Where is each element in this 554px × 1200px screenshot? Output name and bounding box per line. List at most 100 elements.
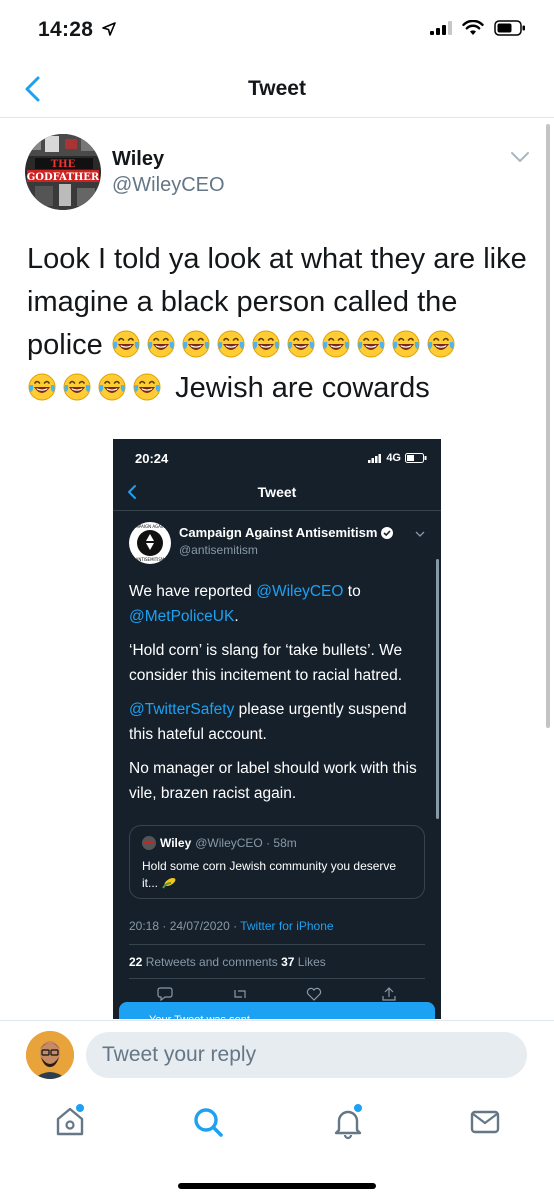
tab-notifications[interactable] (328, 1102, 368, 1142)
laughing-tears-emoji-icon (28, 373, 56, 401)
mail-icon (470, 1110, 500, 1134)
quoted-author-meta: @WileyCEO · 58m (195, 836, 297, 850)
tweet-sent-toast: Your Tweet was sent (119, 1002, 435, 1019)
godfather-avatar-image: THE GODFATHER (25, 134, 101, 210)
emoji-group-2 (27, 372, 167, 404)
laughing-tears-emoji-icon (98, 373, 126, 401)
mention-twittersafety: @TwitterSafety (129, 701, 235, 718)
laughing-tears-emoji-icon (287, 330, 315, 358)
verified-badge-icon (381, 526, 394, 539)
svg-text:GODFATHER: GODFATHER (27, 172, 100, 183)
p1-text-c: . (234, 608, 239, 625)
laughing-tears-emoji-icon (427, 330, 455, 358)
status-time: 14:28 (38, 18, 94, 41)
user-avatar[interactable] (26, 1031, 74, 1079)
chevron-down-icon[interactable] (510, 150, 530, 164)
embedded-timestamp: 20:18 · 24/07/2020 · Twitter for iPhone (129, 919, 334, 933)
quoted-tweet: Wiley @WileyCEO · 58m Hold some corn Jew… (129, 825, 425, 899)
quoted-tweet-text: Hold some corn Jewish community you dese… (142, 858, 412, 892)
embedded-scrollbar (436, 559, 439, 819)
embedded-title: Tweet (257, 484, 297, 500)
quoted-author-name: Wiley (160, 836, 192, 850)
likes-count: 37 (281, 955, 295, 969)
location-arrow-icon (102, 22, 116, 36)
mention-metpoliceuk: @MetPoliceUK (129, 608, 235, 625)
retweets-label: Retweets and comments (142, 955, 282, 969)
p1-text-b: to (343, 583, 361, 600)
account-name-text: Campaign Against Antisemitism (179, 525, 378, 540)
home-indicator (178, 1183, 376, 1189)
heart-icon (307, 987, 322, 1001)
laughing-tears-emoji-icon (112, 330, 140, 358)
tab-home[interactable] (50, 1102, 90, 1142)
chevron-down-icon (415, 531, 425, 537)
retweets-count: 22 (129, 955, 143, 969)
network-type: 4G (386, 452, 401, 464)
embedded-paragraph-3: @TwitterSafety please urgently suspend t… (129, 697, 429, 747)
bell-icon (334, 1110, 362, 1140)
reply-input[interactable] (86, 1032, 527, 1078)
tweet-text: Look I told ya look at what they are lik… (27, 238, 537, 410)
laughing-tears-emoji-icon (182, 330, 210, 358)
embedded-paragraph-1: We have reported @WileyCEO to @MetPolice… (129, 579, 429, 629)
timestamp-text: 20:18 · 24/07/2020 · (129, 919, 241, 933)
mention-wileyceo: @WileyCEO (256, 583, 344, 600)
embedded-paragraph-4: No manager or label should work with thi… (129, 760, 417, 802)
author-handle[interactable]: @WileyCEO (112, 174, 225, 197)
embedded-paragraph-2: ‘Hold corn’ is slang for ‘take bullets’.… (129, 642, 403, 684)
svg-text:ANTISEMITISM: ANTISEMITISM (136, 557, 165, 562)
tweet-text-part2: Jewish are cowards (175, 372, 430, 404)
reply-bar (0, 1020, 554, 1088)
corn-icon (162, 878, 176, 889)
embedded-engagement: 22 Retweets and comments 37 Likes (129, 955, 326, 969)
embedded-nav-bar: Tweet (113, 475, 441, 511)
status-bar: 14:28 (0, 0, 554, 60)
author-avatar[interactable]: THE GODFATHER (25, 134, 101, 210)
svg-text:THE: THE (51, 159, 76, 170)
laughing-tears-emoji-icon (147, 330, 175, 358)
divider (129, 978, 425, 979)
embedded-status-bar: 20:24 4G (113, 439, 441, 479)
embedded-actions (157, 987, 397, 1001)
quoted-avatar-icon (142, 836, 156, 850)
p1-text-a: We have reported (129, 583, 257, 600)
embedded-network: 4G (368, 452, 427, 464)
battery-icon (494, 20, 525, 36)
retweet-icon (234, 990, 246, 998)
embedded-account-handle: @antisemitism (179, 543, 258, 557)
embedded-screenshot[interactable]: 20:24 4G Tweet CAMPAIGN AGAINST ANTISEMI (113, 439, 441, 1019)
embedded-account-name: Campaign Against Antisemitism (179, 525, 394, 540)
reply-icon (157, 987, 173, 1001)
tab-search[interactable] (188, 1102, 228, 1142)
laughing-tears-emoji-icon (252, 330, 280, 358)
wifi-icon (462, 20, 484, 35)
nav-bar: Tweet (0, 60, 554, 118)
source-link: Twitter for iPhone (240, 919, 334, 933)
battery-icon (405, 453, 427, 463)
svg-text:CAMPAIGN AGAINST: CAMPAIGN AGAINST (130, 524, 171, 529)
home-notification-dot (76, 1104, 84, 1112)
cellular-signal-icon (368, 453, 382, 463)
embedded-status-time: 20:24 (135, 451, 169, 466)
page-scrollbar[interactable] (546, 124, 550, 728)
laughing-tears-emoji-icon (322, 330, 350, 358)
embedded-tweet-body: We have reported @WileyCEO to @MetPolice… (129, 579, 429, 815)
page-title: Tweet (248, 77, 306, 100)
laughing-tears-emoji-icon (217, 330, 245, 358)
caa-logo-icon: CAMPAIGN AGAINST ANTISEMITISM (129, 522, 171, 564)
laughing-tears-emoji-icon (357, 330, 385, 358)
emoji-group-1 (111, 329, 461, 361)
quoted-text: Hold some corn Jewish community you dese… (142, 859, 397, 890)
share-icon (382, 987, 396, 1001)
cellular-signal-icon (430, 21, 452, 35)
likes-label: Likes (294, 955, 326, 969)
quoted-tweet-header: Wiley @WileyCEO · 58m (142, 836, 297, 850)
laughing-tears-emoji-icon (63, 373, 91, 401)
divider (129, 944, 425, 945)
laughing-tears-emoji-icon (392, 330, 420, 358)
search-icon (194, 1108, 223, 1137)
status-icons (430, 20, 526, 36)
author-name[interactable]: Wiley (112, 148, 164, 171)
tab-messages[interactable] (465, 1102, 505, 1142)
notifications-dot (354, 1104, 362, 1112)
